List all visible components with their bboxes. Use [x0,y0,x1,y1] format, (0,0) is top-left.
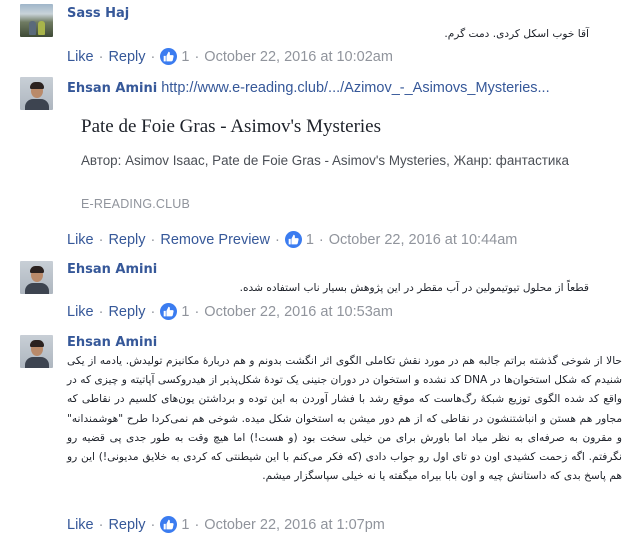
preview-description: Автор: Asimov Isaac, Pate de Foie Gras -… [81,153,570,168]
separator: · [98,516,104,533]
avatar[interactable] [20,4,53,37]
thumbs-up-icon[interactable] [160,303,178,320]
comment-author[interactable]: Ehsan Amini [67,262,157,277]
comment-timestamp[interactable]: October 22, 2016 at 10:53am [204,304,393,320]
comment-actions: Like · Reply · 1 · October 22, 2016 at 1… [67,303,393,320]
preview-domain: E-READING.CLUB [81,197,191,211]
like-count[interactable]: 1 [181,517,189,533]
comment-text: آقا خوب اسکل کردی. دمت گرم. [444,28,589,40]
preview-title[interactable]: Pate de Foie Gras - Asimov's Mysteries [81,116,381,138]
like-button[interactable]: Like [67,304,94,320]
remove-preview-button[interactable]: Remove Preview [160,232,270,248]
comment-link[interactable]: http://www.e-reading.club/.../Azimov_-_A… [161,80,549,96]
separator: · [98,48,104,65]
comment-actions: Like · Reply · 1 · October 22, 2016 at 1… [67,516,385,533]
comment-text: قطعاً از محلول تیوتیمولین در آب مقطر در … [239,282,589,294]
comment-author[interactable]: Sass Haj [67,6,129,21]
thumbs-up-icon[interactable] [284,231,302,248]
comment-timestamp[interactable]: October 22, 2016 at 10:02am [204,49,393,65]
separator: · [150,48,156,65]
separator: · [274,231,280,248]
reply-button[interactable]: Reply [108,517,145,533]
separator: · [150,516,156,533]
like-button[interactable]: Like [67,232,94,248]
thumbs-up-icon[interactable] [160,48,178,65]
avatar[interactable] [20,261,53,294]
separator: · [194,303,200,320]
thumbs-up-icon[interactable] [160,516,178,533]
reply-button[interactable]: Reply [108,49,145,65]
comment-author[interactable]: Ehsan Amini [67,81,157,96]
like-button[interactable]: Like [67,49,94,65]
comment-author[interactable]: Ehsan Amini [67,335,157,350]
separator: · [150,231,156,248]
avatar[interactable] [20,77,53,110]
separator: · [318,231,324,248]
separator: · [98,303,104,320]
link-preview-card[interactable]: Pate de Foie Gras - Asimov's Mysteries А… [67,102,597,248]
comment-timestamp[interactable]: October 22, 2016 at 1:07pm [204,517,385,533]
separator: · [150,303,156,320]
like-count[interactable]: 1 [306,232,314,248]
separator: · [194,516,200,533]
comment-actions: Like · Reply · 1 · October 22, 2016 at 1… [67,48,393,65]
reply-button[interactable]: Reply [108,232,145,248]
like-button[interactable]: Like [67,517,94,533]
separator: · [98,231,104,248]
reply-button[interactable]: Reply [108,304,145,320]
like-count[interactable]: 1 [181,304,189,320]
separator: · [194,48,200,65]
avatar[interactable] [20,335,53,368]
comment-header: Ehsan Amini http://www.e-reading.club/...… [67,80,550,96]
like-count[interactable]: 1 [181,49,189,65]
comment-text: حالا از شوخی گذشته براتم جالبه هم در مور… [67,355,622,483]
comment-timestamp[interactable]: October 22, 2016 at 10:44am [329,232,518,248]
comment-actions: Like · Reply · Remove Preview · 1 · Octo… [67,231,517,248]
